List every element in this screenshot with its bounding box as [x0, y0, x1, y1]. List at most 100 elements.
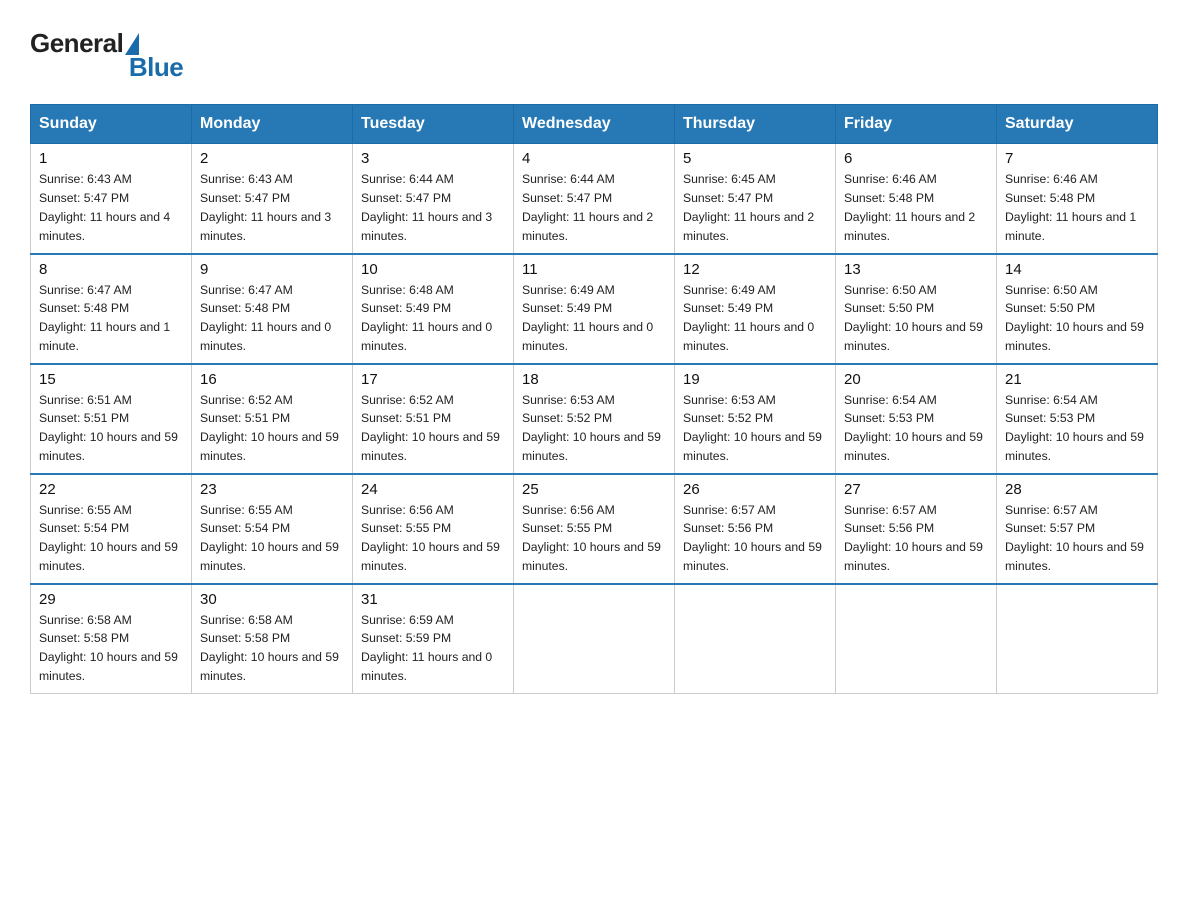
- day-number: 26: [683, 481, 827, 498]
- calendar-cell: 3 Sunrise: 6:44 AMSunset: 5:47 PMDayligh…: [353, 144, 514, 254]
- day-info: Sunrise: 6:49 AMSunset: 5:49 PMDaylight:…: [522, 281, 666, 357]
- calendar-cell: 27 Sunrise: 6:57 AMSunset: 5:56 PMDaylig…: [836, 474, 997, 584]
- day-number: 24: [361, 481, 505, 498]
- day-info: Sunrise: 6:50 AMSunset: 5:50 PMDaylight:…: [1005, 281, 1149, 357]
- calendar-cell: 25 Sunrise: 6:56 AMSunset: 5:55 PMDaylig…: [514, 474, 675, 584]
- day-number: 17: [361, 371, 505, 388]
- day-info: Sunrise: 6:58 AMSunset: 5:58 PMDaylight:…: [39, 611, 183, 687]
- day-info: Sunrise: 6:46 AMSunset: 5:48 PMDaylight:…: [844, 170, 988, 246]
- day-number: 3: [361, 150, 505, 167]
- week-row-4: 22 Sunrise: 6:55 AMSunset: 5:54 PMDaylig…: [31, 474, 1158, 584]
- calendar-cell: 11 Sunrise: 6:49 AMSunset: 5:49 PMDaylig…: [514, 254, 675, 364]
- day-number: 7: [1005, 150, 1149, 167]
- calendar-cell: 19 Sunrise: 6:53 AMSunset: 5:52 PMDaylig…: [675, 364, 836, 474]
- week-row-5: 29 Sunrise: 6:58 AMSunset: 5:58 PMDaylig…: [31, 584, 1158, 694]
- logo: General General Blue: [30, 28, 183, 86]
- day-info: Sunrise: 6:56 AMSunset: 5:55 PMDaylight:…: [361, 501, 505, 577]
- day-number: 5: [683, 150, 827, 167]
- calendar-cell: 20 Sunrise: 6:54 AMSunset: 5:53 PMDaylig…: [836, 364, 997, 474]
- calendar-cell: 30 Sunrise: 6:58 AMSunset: 5:58 PMDaylig…: [192, 584, 353, 694]
- day-info: Sunrise: 6:55 AMSunset: 5:54 PMDaylight:…: [39, 501, 183, 577]
- calendar-cell: 18 Sunrise: 6:53 AMSunset: 5:52 PMDaylig…: [514, 364, 675, 474]
- day-number: 31: [361, 591, 505, 608]
- day-number: 20: [844, 371, 988, 388]
- calendar-cell: [997, 584, 1158, 694]
- calendar-cell: 16 Sunrise: 6:52 AMSunset: 5:51 PMDaylig…: [192, 364, 353, 474]
- day-info: Sunrise: 6:50 AMSunset: 5:50 PMDaylight:…: [844, 281, 988, 357]
- calendar-cell: 21 Sunrise: 6:54 AMSunset: 5:53 PMDaylig…: [997, 364, 1158, 474]
- calendar-cell: 24 Sunrise: 6:56 AMSunset: 5:55 PMDaylig…: [353, 474, 514, 584]
- logo-blue-text: Blue: [129, 52, 183, 83]
- header-sunday: Sunday: [31, 105, 192, 144]
- day-info: Sunrise: 6:57 AMSunset: 5:57 PMDaylight:…: [1005, 501, 1149, 577]
- calendar-header-row: SundayMondayTuesdayWednesdayThursdayFrid…: [31, 105, 1158, 144]
- calendar-cell: 7 Sunrise: 6:46 AMSunset: 5:48 PMDayligh…: [997, 144, 1158, 254]
- week-row-2: 8 Sunrise: 6:47 AMSunset: 5:48 PMDayligh…: [31, 254, 1158, 364]
- day-number: 12: [683, 261, 827, 278]
- calendar-cell: 31 Sunrise: 6:59 AMSunset: 5:59 PMDaylig…: [353, 584, 514, 694]
- day-info: Sunrise: 6:46 AMSunset: 5:48 PMDaylight:…: [1005, 170, 1149, 246]
- header-friday: Friday: [836, 105, 997, 144]
- calendar-cell: 14 Sunrise: 6:50 AMSunset: 5:50 PMDaylig…: [997, 254, 1158, 364]
- day-number: 2: [200, 150, 344, 167]
- day-info: Sunrise: 6:57 AMSunset: 5:56 PMDaylight:…: [844, 501, 988, 577]
- calendar-cell: 28 Sunrise: 6:57 AMSunset: 5:57 PMDaylig…: [997, 474, 1158, 584]
- day-info: Sunrise: 6:55 AMSunset: 5:54 PMDaylight:…: [200, 501, 344, 577]
- day-number: 9: [200, 261, 344, 278]
- calendar-cell: 22 Sunrise: 6:55 AMSunset: 5:54 PMDaylig…: [31, 474, 192, 584]
- day-number: 23: [200, 481, 344, 498]
- day-info: Sunrise: 6:56 AMSunset: 5:55 PMDaylight:…: [522, 501, 666, 577]
- week-row-3: 15 Sunrise: 6:51 AMSunset: 5:51 PMDaylig…: [31, 364, 1158, 474]
- day-number: 18: [522, 371, 666, 388]
- day-info: Sunrise: 6:57 AMSunset: 5:56 PMDaylight:…: [683, 501, 827, 577]
- day-number: 6: [844, 150, 988, 167]
- calendar-cell: [514, 584, 675, 694]
- day-info: Sunrise: 6:45 AMSunset: 5:47 PMDaylight:…: [683, 170, 827, 246]
- calendar-cell: 12 Sunrise: 6:49 AMSunset: 5:49 PMDaylig…: [675, 254, 836, 364]
- day-info: Sunrise: 6:54 AMSunset: 5:53 PMDaylight:…: [844, 391, 988, 467]
- day-number: 29: [39, 591, 183, 608]
- day-number: 1: [39, 150, 183, 167]
- header-saturday: Saturday: [997, 105, 1158, 144]
- day-number: 21: [1005, 371, 1149, 388]
- day-number: 22: [39, 481, 183, 498]
- day-info: Sunrise: 6:47 AMSunset: 5:48 PMDaylight:…: [39, 281, 183, 357]
- day-info: Sunrise: 6:44 AMSunset: 5:47 PMDaylight:…: [522, 170, 666, 246]
- calendar-cell: [675, 584, 836, 694]
- calendar-cell: [836, 584, 997, 694]
- day-info: Sunrise: 6:43 AMSunset: 5:47 PMDaylight:…: [200, 170, 344, 246]
- day-number: 28: [1005, 481, 1149, 498]
- day-number: 16: [200, 371, 344, 388]
- day-number: 15: [39, 371, 183, 388]
- day-info: Sunrise: 6:48 AMSunset: 5:49 PMDaylight:…: [361, 281, 505, 357]
- header-thursday: Thursday: [675, 105, 836, 144]
- calendar-cell: 6 Sunrise: 6:46 AMSunset: 5:48 PMDayligh…: [836, 144, 997, 254]
- day-number: 27: [844, 481, 988, 498]
- day-info: Sunrise: 6:58 AMSunset: 5:58 PMDaylight:…: [200, 611, 344, 687]
- day-info: Sunrise: 6:54 AMSunset: 5:53 PMDaylight:…: [1005, 391, 1149, 467]
- day-number: 30: [200, 591, 344, 608]
- calendar-cell: 23 Sunrise: 6:55 AMSunset: 5:54 PMDaylig…: [192, 474, 353, 584]
- calendar-cell: 4 Sunrise: 6:44 AMSunset: 5:47 PMDayligh…: [514, 144, 675, 254]
- day-info: Sunrise: 6:47 AMSunset: 5:48 PMDaylight:…: [200, 281, 344, 357]
- week-row-1: 1 Sunrise: 6:43 AMSunset: 5:47 PMDayligh…: [31, 144, 1158, 254]
- calendar-cell: 26 Sunrise: 6:57 AMSunset: 5:56 PMDaylig…: [675, 474, 836, 584]
- day-info: Sunrise: 6:52 AMSunset: 5:51 PMDaylight:…: [361, 391, 505, 467]
- day-number: 25: [522, 481, 666, 498]
- calendar-cell: 9 Sunrise: 6:47 AMSunset: 5:48 PMDayligh…: [192, 254, 353, 364]
- header-monday: Monday: [192, 105, 353, 144]
- calendar-cell: 10 Sunrise: 6:48 AMSunset: 5:49 PMDaylig…: [353, 254, 514, 364]
- day-number: 4: [522, 150, 666, 167]
- page-header: General General Blue: [30, 20, 1158, 86]
- day-number: 11: [522, 261, 666, 278]
- day-info: Sunrise: 6:49 AMSunset: 5:49 PMDaylight:…: [683, 281, 827, 357]
- day-info: Sunrise: 6:59 AMSunset: 5:59 PMDaylight:…: [361, 611, 505, 687]
- calendar-cell: 15 Sunrise: 6:51 AMSunset: 5:51 PMDaylig…: [31, 364, 192, 474]
- day-info: Sunrise: 6:44 AMSunset: 5:47 PMDaylight:…: [361, 170, 505, 246]
- day-info: Sunrise: 6:53 AMSunset: 5:52 PMDaylight:…: [683, 391, 827, 467]
- day-number: 19: [683, 371, 827, 388]
- calendar-cell: 1 Sunrise: 6:43 AMSunset: 5:47 PMDayligh…: [31, 144, 192, 254]
- day-info: Sunrise: 6:53 AMSunset: 5:52 PMDaylight:…: [522, 391, 666, 467]
- day-number: 8: [39, 261, 183, 278]
- day-info: Sunrise: 6:43 AMSunset: 5:47 PMDaylight:…: [39, 170, 183, 246]
